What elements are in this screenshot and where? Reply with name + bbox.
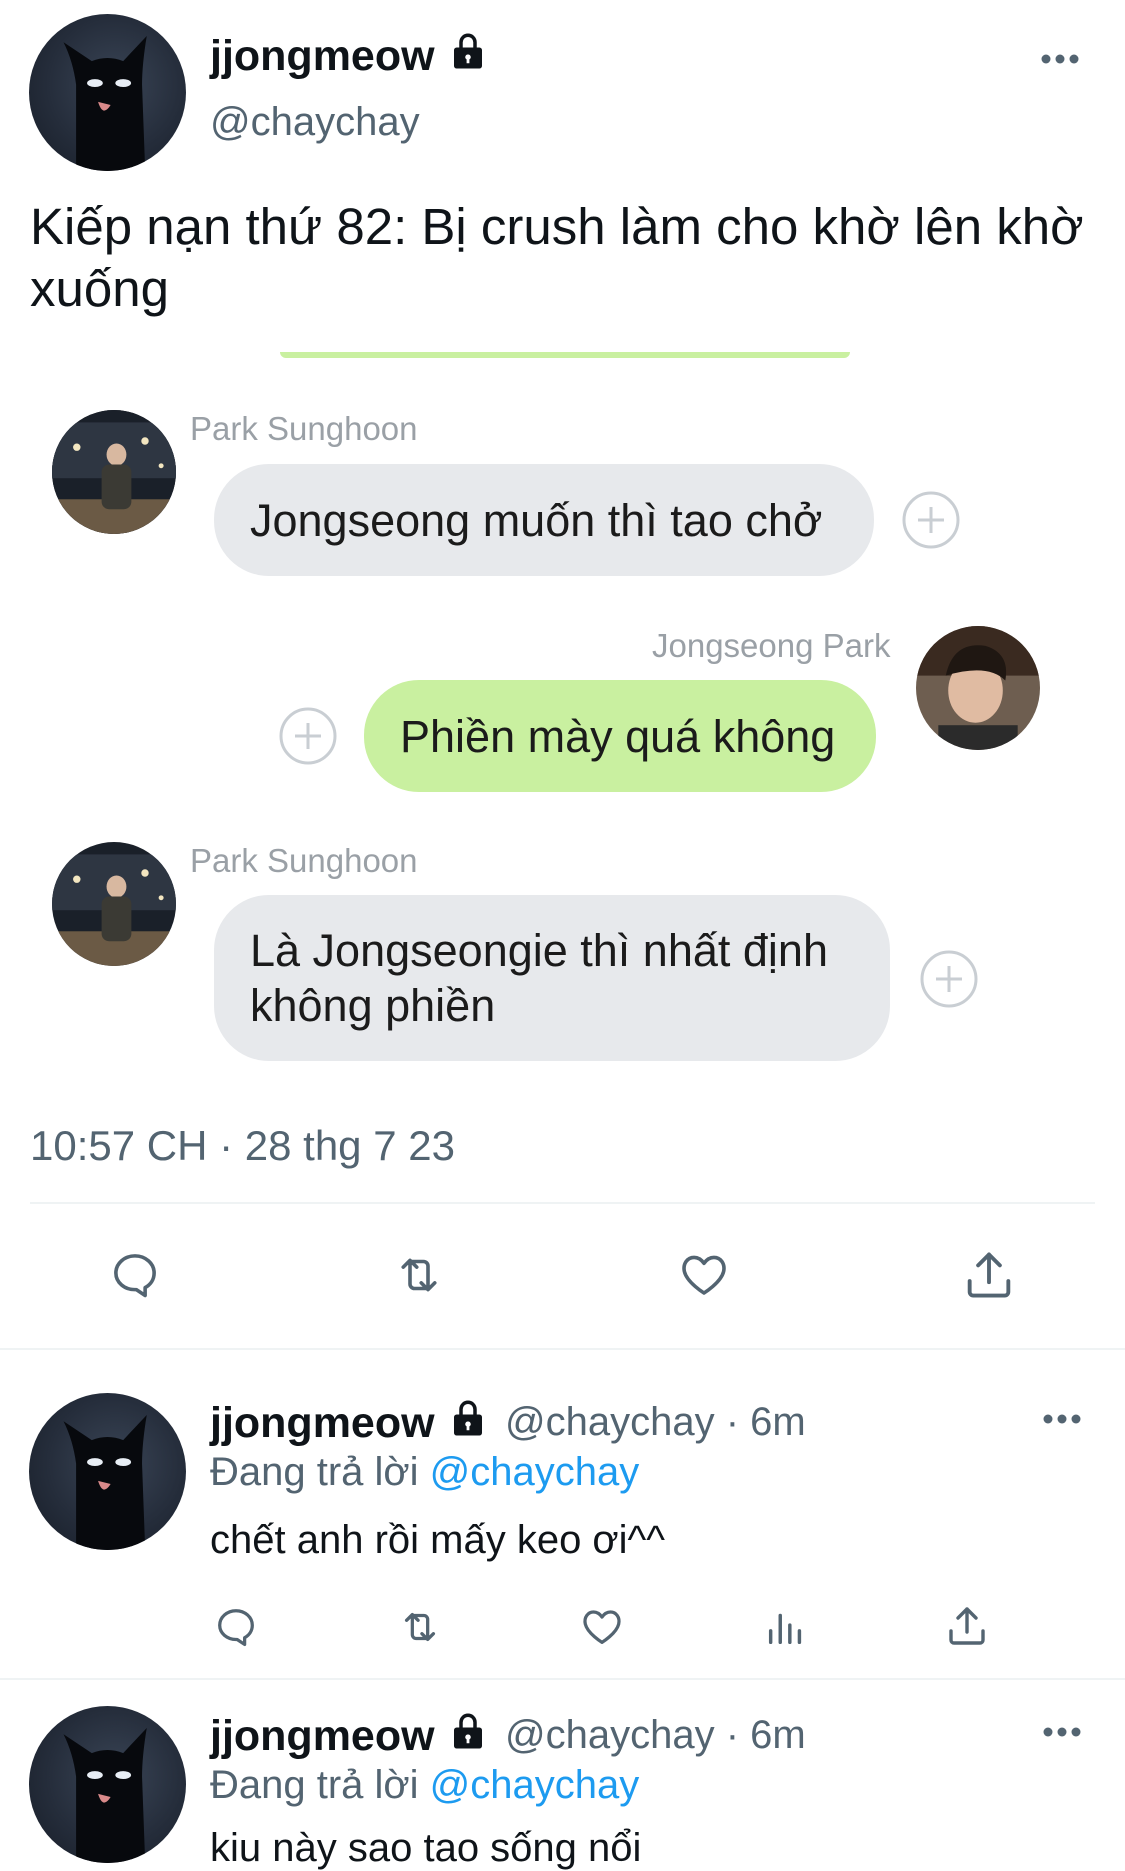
sunghoon-avatar <box>52 842 176 966</box>
tweet-text: Kiếp nạn thứ 82: Bị crush làm cho khờ lê… <box>30 198 1084 317</box>
handle[interactable]: @chaychay <box>210 100 420 145</box>
section-divider <box>0 1678 1125 1680</box>
avatar[interactable] <box>29 14 186 171</box>
retweet-icon[interactable] <box>386 1248 452 1302</box>
mention-link[interactable]: @chaychay <box>430 1763 640 1807</box>
reply-display-name[interactable]: jjongmeow <box>210 1712 435 1761</box>
reply-icon[interactable] <box>106 1248 164 1302</box>
like-icon[interactable] <box>675 1248 733 1302</box>
views-icon[interactable] <box>762 1604 810 1650</box>
lock-icon <box>447 1710 489 1752</box>
avatar[interactable] <box>29 1706 186 1863</box>
reply-text: chết anh rồi mấy keo ơi^^ <box>210 1518 666 1562</box>
chat-sender-name: Park Sunghoon <box>190 410 418 447</box>
mention-link[interactable]: @chaychay <box>430 1450 640 1494</box>
divider <box>30 1202 1095 1204</box>
more-icon[interactable] <box>1040 52 1080 71</box>
more-icon[interactable] <box>1042 1412 1082 1431</box>
retweet-icon[interactable] <box>393 1604 447 1650</box>
plus-icon[interactable] <box>279 707 337 765</box>
like-icon[interactable] <box>578 1604 626 1650</box>
plus-icon[interactable] <box>920 950 978 1008</box>
plus-icon[interactable] <box>902 491 960 549</box>
sunghoon-avatar <box>52 410 176 534</box>
reply-icon[interactable] <box>212 1604 260 1650</box>
section-divider <box>0 1348 1125 1350</box>
lock-icon <box>447 30 489 72</box>
chat-bubble-sent: Phiền mày quá không <box>364 680 876 792</box>
jongseong-avatar <box>916 626 1040 750</box>
replying-prefix: Đang trả lời <box>210 1763 419 1807</box>
black-cat-avatar-image <box>63 35 147 171</box>
chat-bubble-received: Là Jongseongie thì nhất định không phiền <box>214 895 890 1061</box>
tweet-timestamp[interactable]: 10:57 CH · 28 thg 7 23 <box>30 1122 455 1170</box>
reply-display-name[interactable]: jjongmeow <box>210 1399 435 1448</box>
reply-text: kiu này sao tao sống nổi <box>210 1826 642 1870</box>
chat-top-strip <box>280 352 850 358</box>
share-icon[interactable] <box>943 1602 991 1650</box>
chat-sender-name: Jongseong Park <box>652 627 891 664</box>
chat-bubble-received: Jongseong muốn thì tao chở <box>214 464 874 576</box>
replying-to: Đang trả lời @chaychay <box>210 1450 639 1495</box>
share-icon[interactable] <box>960 1246 1018 1304</box>
display-name[interactable]: jjongmeow <box>210 32 435 81</box>
reply-handle-time[interactable]: @chaychay · 6m <box>505 1400 806 1445</box>
lock-icon <box>447 1397 489 1439</box>
replying-to: Đang trả lời @chaychay <box>210 1763 639 1808</box>
more-icon[interactable] <box>1042 1725 1082 1744</box>
avatar[interactable] <box>29 1393 186 1550</box>
chat-sender-name: Park Sunghoon <box>190 842 418 879</box>
replying-prefix: Đang trả lời <box>210 1450 419 1494</box>
reply-handle-time[interactable]: @chaychay · 6m <box>505 1713 806 1758</box>
